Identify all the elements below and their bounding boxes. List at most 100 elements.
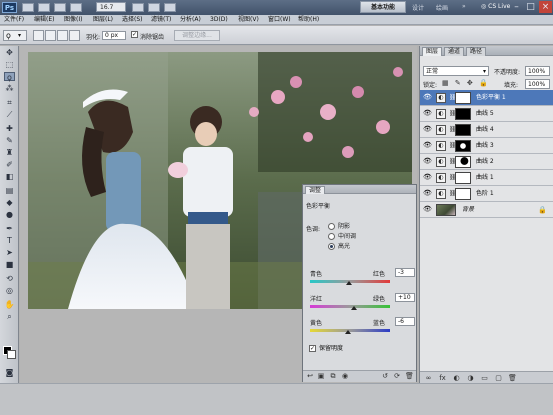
gradient-tool-icon[interactable]: ▤ xyxy=(4,186,15,195)
eye-icon[interactable]: 👁 xyxy=(423,126,432,133)
layer-mask-thumbnail[interactable] xyxy=(455,156,471,168)
menu-window[interactable]: 窗口(W) xyxy=(268,16,291,24)
close-icon[interactable]: × xyxy=(539,1,552,13)
chain-link-icon[interactable]: ⛓ xyxy=(449,94,457,102)
yellow-blue-thumb[interactable] xyxy=(344,330,351,334)
type-tool-icon[interactable]: T xyxy=(4,236,15,245)
workspace-painting-link[interactable]: 绘画 xyxy=(436,3,448,12)
layer-row[interactable]: 👁 ◐ ⛓ 色阶 1 xyxy=(420,186,553,202)
layer-row[interactable]: 👁 ◐ ⛓ 色彩平衡 1 xyxy=(420,90,553,106)
chain-link-icon[interactable]: ⛓ xyxy=(449,174,457,182)
delete-layer-icon[interactable]: 🗑 xyxy=(508,374,517,382)
minibridge-icon[interactable] xyxy=(38,3,50,12)
cyan-red-value[interactable]: -3 xyxy=(395,268,415,277)
shape-tool-icon[interactable]: ■ xyxy=(4,260,15,269)
menu-3d[interactable]: 3D(D) xyxy=(210,16,228,24)
maximize-icon[interactable]: □ xyxy=(524,1,537,13)
tab-adjustments[interactable]: 调整 xyxy=(305,186,326,194)
magenta-green-slider[interactable] xyxy=(310,305,390,308)
zoom-level-field[interactable]: 16.7 xyxy=(96,2,126,12)
eye-icon[interactable]: 👁 xyxy=(423,190,432,197)
3d-rotate-tool-icon[interactable]: ⟲ xyxy=(4,274,15,283)
add-selection-icon[interactable] xyxy=(45,30,56,41)
brush-tool-icon[interactable]: ✎ xyxy=(4,136,15,145)
layer-row[interactable]: 👁 ◐ ⛓ 曲线 5 xyxy=(420,106,553,122)
fill-input[interactable]: 100% xyxy=(525,79,550,89)
magenta-green-value[interactable]: +10 xyxy=(395,293,415,302)
eraser-tool-icon[interactable]: ◧ xyxy=(4,172,15,181)
tab-paths[interactable]: 路径 xyxy=(466,47,487,56)
arrange-documents-icon[interactable] xyxy=(164,3,176,12)
menu-file[interactable]: 文件(F) xyxy=(4,16,24,24)
menu-image[interactable]: 图像(I) xyxy=(64,16,82,24)
previous-state-icon[interactable]: ↺ xyxy=(381,373,389,380)
chain-link-icon[interactable]: ⛓ xyxy=(449,110,457,118)
add-mask-icon[interactable]: ◐ xyxy=(452,374,461,382)
marquee-tool-icon[interactable]: ⬚ xyxy=(4,60,15,69)
hand-icon[interactable] xyxy=(132,3,144,12)
layer-row-background[interactable]: 👁 背景 🔒 xyxy=(420,202,553,218)
menu-filter[interactable]: 滤镜(T) xyxy=(151,16,171,24)
refine-edge-button[interactable]: 调整边缘... xyxy=(174,30,220,41)
layer-row[interactable]: 👁 ◐ ⛓ 曲线 2 xyxy=(420,154,553,170)
menu-analysis[interactable]: 分析(A) xyxy=(180,16,201,24)
move-tool-icon[interactable]: ✥ xyxy=(4,48,15,57)
quick-mask-icon[interactable]: ◙ xyxy=(4,368,15,377)
tab-channels[interactable]: 通道 xyxy=(444,47,465,56)
chain-link-icon[interactable]: ⛓ xyxy=(449,142,457,150)
new-layer-icon[interactable]: ▢ xyxy=(494,374,503,382)
cyan-red-thumb[interactable] xyxy=(345,281,352,285)
workspace-design-link[interactable]: 设计 xyxy=(412,3,424,12)
dodge-tool-icon[interactable]: ● xyxy=(4,210,15,219)
menu-select[interactable]: 选择(S) xyxy=(122,16,143,24)
blend-mode-select[interactable]: 正常 ▾ xyxy=(423,66,489,76)
layer-mask-thumbnail[interactable] xyxy=(455,188,471,200)
bridge-icon[interactable] xyxy=(22,3,34,12)
opacity-input[interactable]: 100% xyxy=(525,66,550,76)
extras-icon[interactable] xyxy=(54,3,66,12)
radio-midtones[interactable] xyxy=(328,233,335,240)
rotate-view-icon[interactable] xyxy=(148,3,160,12)
delete-adjustment-icon[interactable]: 🗑 xyxy=(405,373,414,380)
eye-icon[interactable]: 👁 xyxy=(423,94,432,101)
workspace-essentials-button[interactable]: 基本功能 xyxy=(360,1,406,13)
layer-mask-thumbnail[interactable] xyxy=(455,108,471,120)
history-brush-tool-icon[interactable]: ✐ xyxy=(4,160,15,169)
tool-preset-picker[interactable]: ϙ ▾ xyxy=(3,30,27,41)
eye-icon[interactable]: 👁 xyxy=(423,158,432,165)
menu-help[interactable]: 帮助(H) xyxy=(298,16,319,24)
lock-options-icons[interactable]: ▦ ✎ ✥ 🔒 xyxy=(442,79,490,87)
minimize-icon[interactable]: – xyxy=(510,1,523,13)
healing-tool-icon[interactable]: ✚ xyxy=(4,124,15,133)
reset-icon[interactable]: ⟳ xyxy=(393,373,401,380)
background-color-swatch[interactable] xyxy=(7,350,16,359)
crop-tool-icon[interactable]: ⌗ xyxy=(4,98,15,107)
layer-mask-thumbnail[interactable] xyxy=(455,92,471,104)
yellow-blue-value[interactable]: -6 xyxy=(395,317,415,326)
feather-input[interactable]: 0 px xyxy=(102,31,126,40)
clip-to-layer-icon[interactable]: ⧉ xyxy=(329,373,337,380)
menu-view[interactable]: 视图(V) xyxy=(238,16,259,24)
subtract-selection-icon[interactable] xyxy=(57,30,68,41)
menu-layer[interactable]: 图层(L) xyxy=(93,16,113,24)
intersect-selection-icon[interactable] xyxy=(69,30,80,41)
chain-link-icon[interactable]: ⛓ xyxy=(449,126,457,134)
visibility-toggle-icon[interactable]: ◉ xyxy=(341,373,349,380)
new-group-icon[interactable]: ▭ xyxy=(480,374,489,382)
layer-row[interactable]: 👁 ◐ ⛓ 曲线 3 xyxy=(420,138,553,154)
layer-style-icon[interactable]: fx xyxy=(438,374,447,382)
tab-layers[interactable]: 图层 xyxy=(422,47,443,56)
layer-mask-thumbnail[interactable] xyxy=(455,124,471,136)
eye-icon[interactable]: 👁 xyxy=(423,206,432,213)
eye-icon[interactable]: 👁 xyxy=(423,110,432,117)
lasso-tool-icon[interactable]: ϙ xyxy=(4,72,15,82)
eye-icon[interactable]: 👁 xyxy=(423,174,432,181)
layer-mask-thumbnail[interactable] xyxy=(455,172,471,184)
layer-mask-thumbnail[interactable] xyxy=(455,140,471,152)
new-selection-icon[interactable] xyxy=(33,30,44,41)
expanded-view-icon[interactable]: ▣ xyxy=(317,373,325,380)
preserve-luminosity-checkbox[interactable]: ✓ xyxy=(309,345,316,352)
radio-shadows[interactable] xyxy=(328,223,335,230)
zoom-tool-icon[interactable]: ⌕ xyxy=(4,312,15,321)
layer-row[interactable]: 👁 ◐ ⛓ 曲线 1 xyxy=(420,170,553,186)
